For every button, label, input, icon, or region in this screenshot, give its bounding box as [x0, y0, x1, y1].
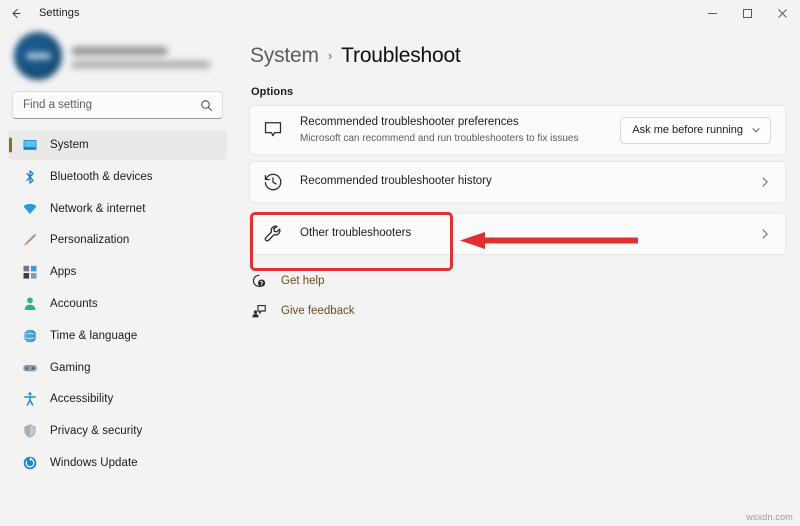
sidebar-item-apps[interactable]: Apps — [8, 257, 227, 287]
gamepad-icon — [22, 360, 38, 376]
sidebar-item-network-internet[interactable]: Network & internet — [8, 194, 227, 224]
sidebar: System Bluetooth & devices — [0, 26, 235, 526]
speech-bubble-icon — [262, 119, 284, 141]
sidebar-item-privacy-security[interactable]: Privacy & security — [8, 416, 227, 446]
sidebar-item-personalization[interactable]: Personalization — [8, 225, 227, 255]
search-container — [8, 88, 227, 129]
settings-window: Settings Find a setting System Bluetooth… — [0, 0, 800, 526]
sidebar-item-label: Network & internet — [50, 202, 146, 215]
minimize-icon[interactable] — [695, 0, 730, 26]
back-arrow-icon[interactable] — [0, 0, 30, 26]
section-label-options: Options — [251, 86, 294, 98]
sidebar-item-bluetooth-devices[interactable]: Bluetooth & devices — [8, 162, 227, 192]
user-profile[interactable] — [8, 26, 227, 88]
breadcrumb: System › Troubleshoot — [249, 44, 786, 68]
wrench-icon — [262, 223, 284, 245]
search-input[interactable] — [13, 99, 222, 111]
chevron-right-icon — [759, 176, 771, 188]
sidebar-item-label: Accounts — [50, 297, 98, 310]
history-clock-icon — [262, 171, 284, 193]
sidebar-item-label: Windows Update — [50, 456, 138, 469]
breadcrumb-parent[interactable]: System — [250, 44, 319, 68]
profile-email-redacted — [72, 60, 210, 68]
sidebar-item-accessibility[interactable]: Accessibility — [8, 384, 227, 414]
watermark: wsxdn.com — [746, 512, 793, 522]
sidebar-item-windows-update[interactable]: Windows Update — [8, 448, 227, 478]
recommended-preferences-dropdown[interactable]: Ask me before running — [620, 116, 771, 144]
sidebar-item-label: System — [50, 139, 89, 151]
maximize-icon[interactable] — [730, 0, 765, 26]
page-title: Troubleshoot — [341, 44, 461, 67]
sidebar-item-label: Bluetooth & devices — [50, 170, 153, 183]
link-label: Give feedback — [281, 305, 355, 317]
sidebar-item-label: Gaming — [50, 361, 91, 374]
sidebar-item-accounts[interactable]: Accounts — [8, 289, 227, 319]
link-give-feedback[interactable]: Give feedback — [251, 299, 786, 323]
paintbrush-icon — [22, 232, 38, 248]
close-icon[interactable] — [765, 0, 800, 26]
link-get-help[interactable]: Get help — [251, 269, 786, 293]
sidebar-item-gaming[interactable]: Gaming — [8, 353, 227, 383]
app-title: Settings — [39, 7, 80, 19]
globe-clock-icon — [22, 328, 38, 344]
window-controls — [695, 0, 800, 26]
card-texts: Recommended troubleshooter history — [300, 174, 759, 190]
card-title: Recommended troubleshooter history — [300, 175, 492, 188]
sidebar-item-time-language[interactable]: Time & language — [8, 321, 227, 351]
person-icon — [22, 296, 38, 312]
sidebar-item-label: Personalization — [50, 234, 130, 247]
get-help-icon — [251, 273, 267, 289]
chevron-right-icon — [759, 228, 771, 240]
card-title: Other troubleshooters — [300, 227, 412, 240]
avatar — [14, 32, 62, 80]
give-feedback-icon — [251, 303, 267, 319]
sidebar-item-label: Time & language — [50, 329, 138, 342]
profile-name-redacted — [72, 46, 167, 55]
sidebar-nav: System Bluetooth & devices Network & int… — [8, 129, 227, 526]
accessibility-person-icon — [22, 391, 38, 407]
card-texts: Recommended troubleshooter preferences M… — [300, 115, 620, 145]
card-subtitle: Microsoft can recommend and run troubles… — [300, 132, 579, 144]
card-other-troubleshooters[interactable]: Other troubleshooters — [249, 213, 786, 255]
link-label: Get help — [281, 275, 325, 287]
apps-grid-icon — [22, 264, 38, 280]
profile-text — [72, 45, 221, 68]
wifi-icon — [22, 201, 38, 217]
shield-icon — [22, 423, 38, 439]
chevron-right-icon: › — [327, 48, 333, 63]
update-refresh-icon — [22, 455, 38, 471]
dropdown-value: Ask me before running — [632, 124, 743, 136]
footer-links: Get help Give feedback — [249, 269, 786, 323]
title-bar: Settings — [0, 0, 800, 26]
card-recommended-troubleshooter-preferences[interactable]: Recommended troubleshooter preferences M… — [249, 105, 786, 155]
monitor-icon — [22, 137, 38, 153]
search-box[interactable] — [12, 91, 223, 119]
sidebar-item-label: Accessibility — [50, 393, 114, 406]
sidebar-item-label: Apps — [50, 266, 77, 279]
card-recommended-troubleshooter-history[interactable]: Recommended troubleshooter history — [249, 161, 786, 203]
card-title: Recommended troubleshooter preferences — [300, 115, 519, 128]
main-content: System › Troubleshoot Options Recommende… — [235, 26, 800, 526]
sidebar-item-system[interactable]: System — [8, 130, 227, 160]
sidebar-item-label: Privacy & security — [50, 425, 143, 438]
window-body: System Bluetooth & devices — [0, 26, 800, 526]
card-texts: Other troubleshooters — [300, 226, 759, 242]
chevron-down-icon — [751, 125, 761, 135]
bluetooth-icon — [22, 169, 38, 185]
